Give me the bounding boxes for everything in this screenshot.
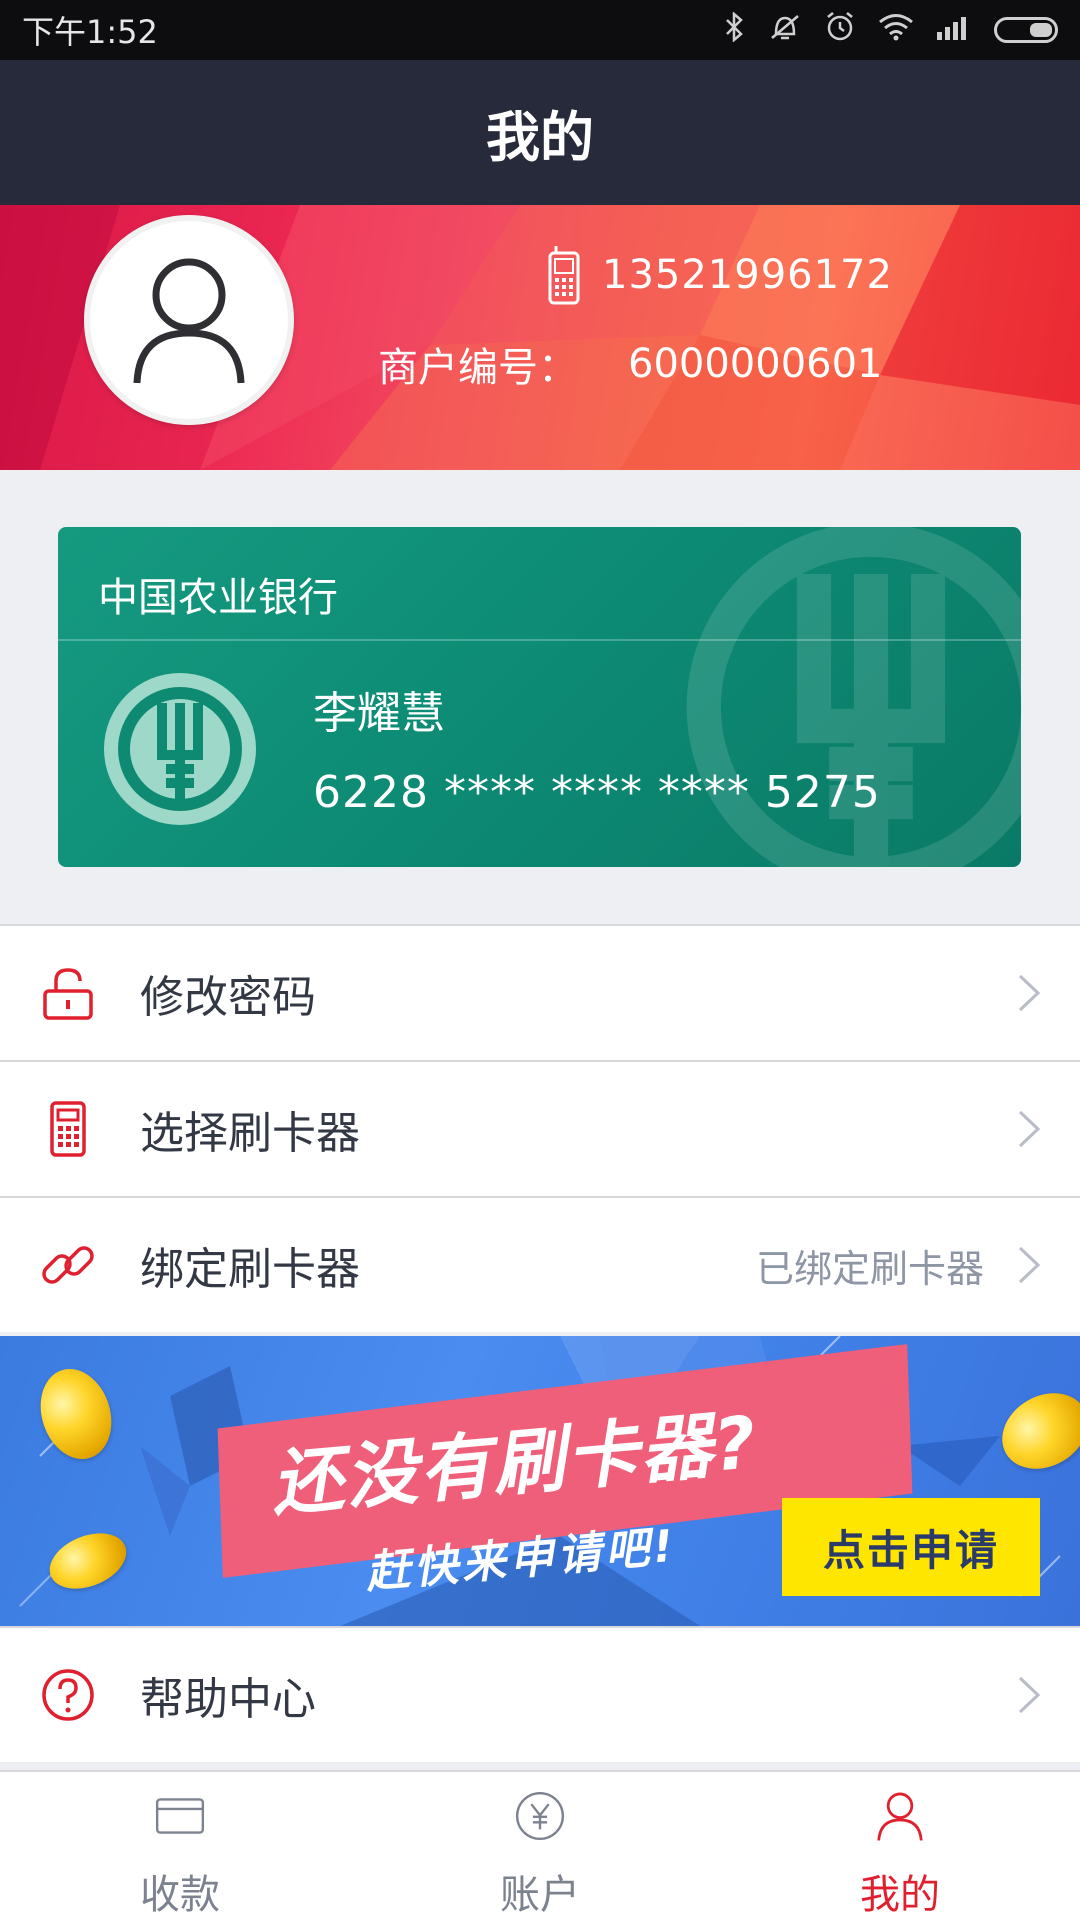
yen-icon bbox=[515, 1791, 565, 1841]
chevron-right-icon bbox=[1018, 1110, 1041, 1148]
link-icon bbox=[42, 1246, 94, 1284]
phone-number: 13521996172 bbox=[602, 252, 893, 298]
card-icon bbox=[155, 1798, 205, 1834]
chevron-right-icon bbox=[1018, 1676, 1041, 1714]
bluetooth-icon bbox=[724, 11, 746, 48]
page-title: 我的 bbox=[486, 106, 594, 169]
signal-icon bbox=[936, 14, 972, 46]
menu-item-label: 选择刷卡器 bbox=[140, 1108, 360, 1159]
menu-item-label: 绑定刷卡器 bbox=[140, 1244, 360, 1295]
help-icon bbox=[42, 1669, 94, 1721]
card-holder-name: 李耀慧 bbox=[313, 688, 445, 739]
title-bar: 我的 bbox=[0, 60, 1080, 205]
status-icons bbox=[724, 11, 1058, 49]
menu-item-select-card-reader[interactable]: 选择刷卡器 bbox=[0, 1060, 1080, 1196]
bound-status: 已绑定刷卡器 bbox=[755, 1246, 984, 1291]
vibrate-off-icon bbox=[768, 12, 802, 48]
profile-header: 13521996172 商户编号： 6000000601 bbox=[0, 205, 1080, 470]
bank-card[interactable]: 中国农业银行 李耀慧 6228 **** **** **** 5275 bbox=[58, 527, 1021, 867]
nav-label: 账户 bbox=[500, 1872, 580, 1918]
nav-label: 收款 bbox=[140, 1872, 220, 1918]
status-bar: 下午1:52 bbox=[0, 0, 1080, 60]
status-time: 下午1:52 bbox=[22, 13, 158, 51]
merchant-row: 商户编号： 6000000601 bbox=[378, 335, 883, 393]
menu-item-bind-card-reader[interactable]: 绑定刷卡器 已绑定刷卡器 bbox=[0, 1196, 1080, 1332]
merchant-id: 6000000601 bbox=[628, 341, 883, 387]
chevron-right-icon bbox=[1018, 1246, 1041, 1284]
nav-item-receive[interactable]: 收款 bbox=[0, 1772, 360, 1920]
battery-icon bbox=[994, 17, 1058, 43]
card-reader-icon bbox=[50, 1101, 86, 1157]
nav-item-mine[interactable]: 我的 bbox=[720, 1772, 1080, 1920]
merchant-label: 商户编号： bbox=[378, 345, 578, 391]
wifi-icon bbox=[878, 13, 914, 47]
alarm-icon bbox=[824, 11, 856, 49]
promo-banner[interactable]: 还没有刷卡器? 赶快来申请吧! 点击申请 bbox=[0, 1336, 1080, 1626]
menu-item-help-center[interactable]: 帮助中心 bbox=[0, 1626, 1080, 1762]
nav-item-account[interactable]: 账户 bbox=[360, 1772, 720, 1920]
bank-name: 中国农业银行 bbox=[98, 575, 338, 621]
mobile-phone-icon bbox=[548, 246, 580, 305]
apply-button[interactable]: 点击申请 bbox=[782, 1498, 1040, 1596]
phone-row: 13521996172 bbox=[548, 245, 893, 305]
lock-icon bbox=[43, 968, 93, 1020]
user-icon bbox=[877, 1792, 923, 1841]
menu-item-label: 修改密码 bbox=[140, 972, 316, 1023]
menu-item-label: 帮助中心 bbox=[140, 1674, 316, 1725]
bank-logo-icon bbox=[104, 673, 256, 825]
bottom-nav: 收款 账户 我的 bbox=[0, 1770, 1080, 1920]
card-number: 6228 **** **** **** 5275 bbox=[313, 767, 881, 818]
avatar[interactable] bbox=[84, 215, 294, 425]
chevron-right-icon bbox=[1018, 974, 1041, 1012]
card-divider bbox=[58, 639, 1021, 641]
user-avatar-icon bbox=[133, 258, 245, 384]
menu-item-change-password[interactable]: 修改密码 bbox=[0, 924, 1080, 1060]
nav-label: 我的 bbox=[860, 1872, 940, 1918]
